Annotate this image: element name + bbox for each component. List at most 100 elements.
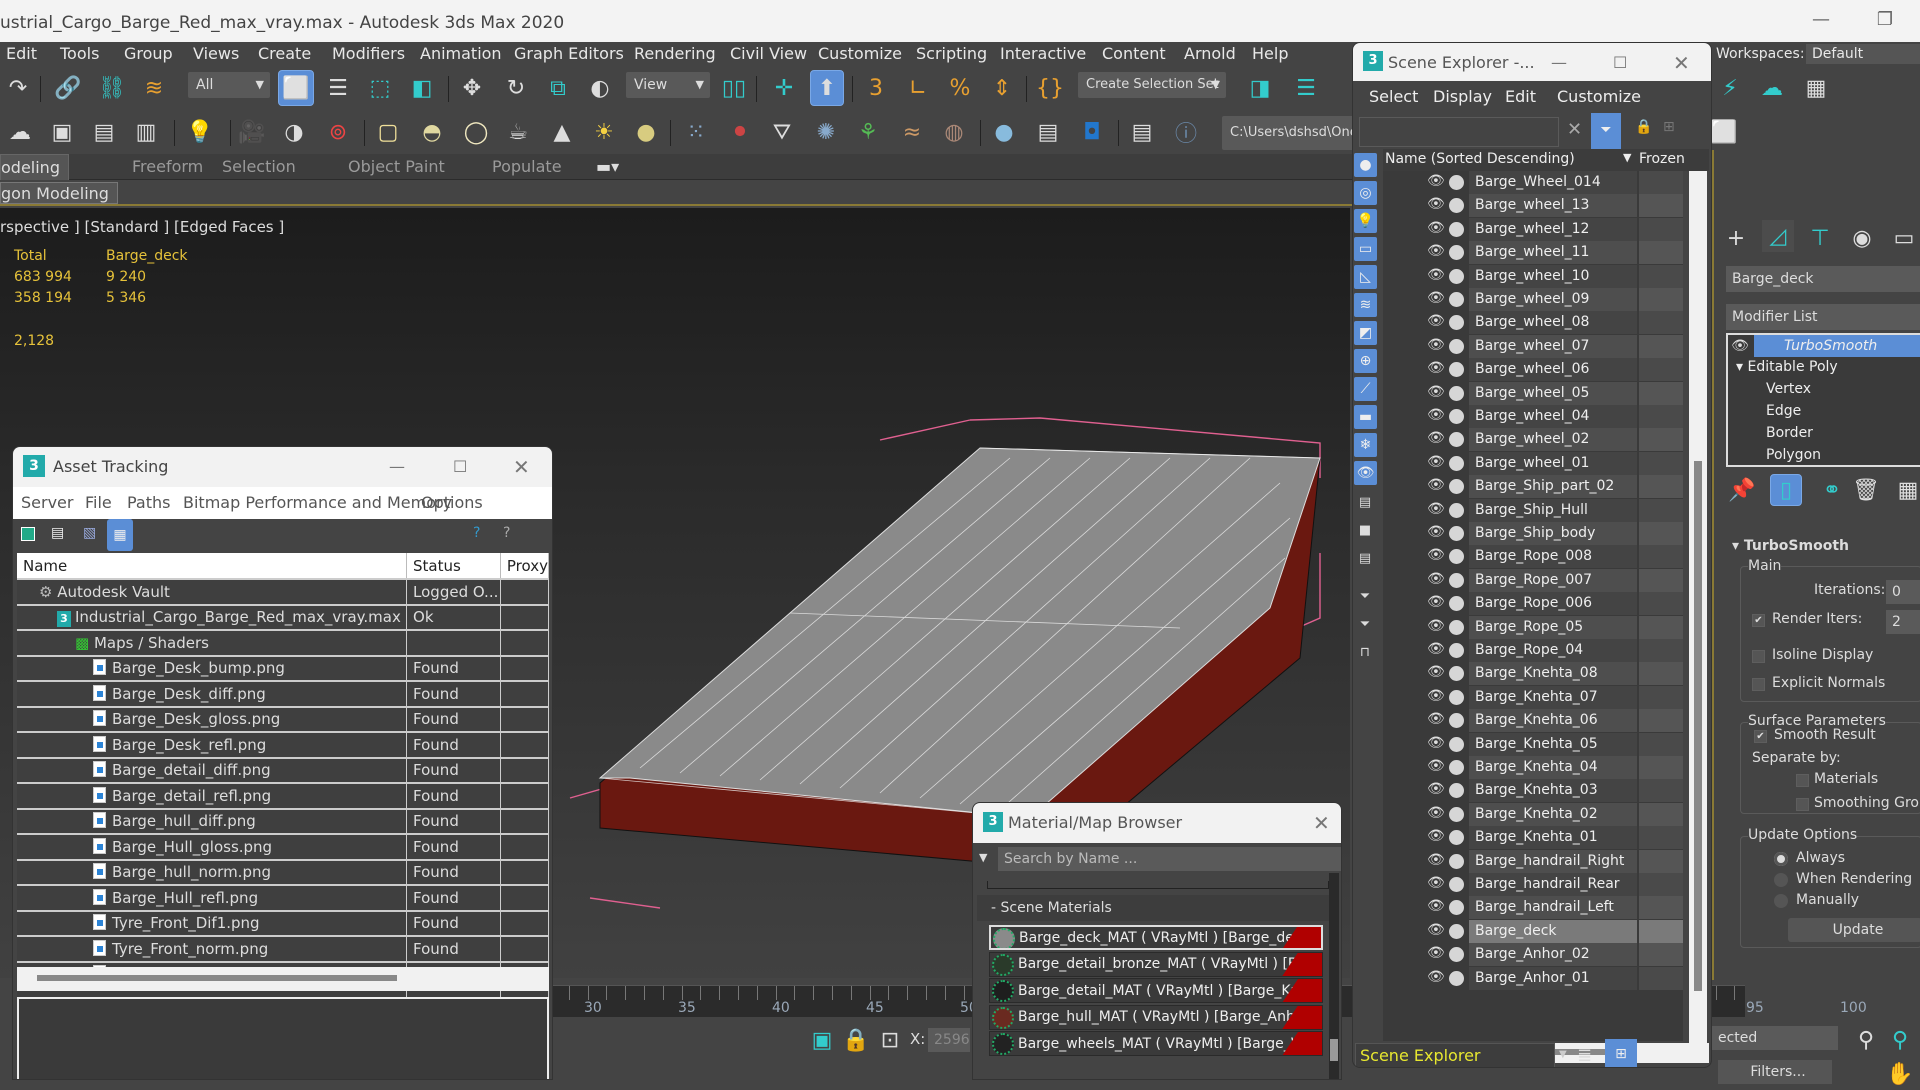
material-browser-titlebar[interactable]: 3 Material/Map Browser ✕ [973,803,1341,843]
close-button[interactable]: ✕ [513,447,530,487]
menu-customize[interactable]: Customize [818,44,902,64]
scene-object-row[interactable]: 👁 Barge_deck [1383,919,1683,943]
visibility-eye-icon[interactable]: 👁 [1427,571,1445,587]
scene-object-name[interactable]: Barge_Anhor_01 [1469,966,1637,990]
visibility-eye-icon[interactable]: 👁 [1427,290,1445,306]
visibility-eye-icon[interactable]: 👁 [1427,805,1445,821]
frozen-cell[interactable] [1639,849,1683,873]
menu-content[interactable]: Content [1102,44,1166,64]
visibility-eye-icon[interactable]: 👁 [1427,454,1445,470]
menu-bitmap-performance[interactable]: Bitmap Performance and Memory [183,487,452,519]
bind-space-warp-icon[interactable]: ≋ [138,72,170,104]
scrollbar-thumb[interactable] [1330,1039,1338,1061]
create-tab-icon[interactable]: + [1720,222,1752,254]
freeze-toggle-icon[interactable] [1449,315,1464,331]
stack-item-turbosmooth[interactable]: TurboSmooth [1754,335,1920,357]
frozen-cell[interactable] [1639,381,1683,405]
vray-material-icon[interactable]: ▤ [1032,116,1064,148]
scene-object-row[interactable]: 👁 Barge_Knehta_03 [1383,779,1683,803]
visibility-eye-icon[interactable]: 👁 [1427,641,1445,657]
close-button[interactable]: ✕ [1313,803,1330,843]
visibility-eye-icon[interactable]: 👁 [1427,196,1445,212]
menu-customize[interactable]: Customize [1557,87,1641,106]
asset-row[interactable]: Barge_detail_diff.png Found [17,756,550,783]
column-proxy[interactable]: Proxy [500,553,550,579]
scene-object-name[interactable]: Barge_Rope_04 [1469,639,1637,662]
visibility-eye-icon[interactable]: 👁 [1427,313,1445,329]
tab-selection[interactable]: Selection [222,154,296,180]
stack-item-polygon[interactable]: Polygon [1766,447,1821,463]
visibility-eye-icon[interactable]: 👁 [1427,828,1445,844]
scene-object-row[interactable]: 👁 Barge_Rope_007 [1383,568,1683,592]
maximize-button[interactable]: ☐ [453,447,467,487]
scene-object-name[interactable]: Barge_handrail_Right [1469,849,1637,873]
column-frozen[interactable]: Frozen [1639,151,1685,167]
browser-options-icon[interactable]: ▼ [979,851,987,864]
render-production-icon[interactable]: ⚡ [1714,72,1746,104]
menu-modifiers[interactable]: Modifiers [332,44,405,64]
scene-object-name[interactable]: Barge_wheel_06 [1469,358,1637,382]
scene-object-row[interactable]: 👁 Barge_Knehta_05 [1383,732,1683,756]
scene-object-name[interactable]: Barge_handrail_Left [1469,896,1637,920]
menu-paths[interactable]: Paths [127,487,170,519]
scene-object-name[interactable]: Barge_Anhor_02 [1469,943,1637,967]
modifier-list-dropdown[interactable]: Modifier List [1726,304,1920,330]
percent-snap-icon[interactable]: % [944,72,976,104]
select-manipulate-icon[interactable]: ✛ [768,72,800,104]
scrollbar-thumb[interactable] [37,975,397,981]
filter-icon[interactable]: ⏷ [1591,113,1621,149]
display-xrefs-icon[interactable]: ⊕ [1354,349,1377,373]
visibility-eye-icon[interactable]: 👁 [1427,337,1445,353]
tab-freeform[interactable]: Freeform [132,154,203,180]
frozen-cell[interactable] [1639,732,1683,756]
frozen-cell[interactable] [1639,428,1683,452]
vray-ornatrix-icon[interactable]: ◍ [938,116,970,148]
display-groups-icon[interactable]: ◩ [1354,321,1377,345]
scene-object-row[interactable]: 👁 Barge_Knehta_04 [1383,756,1683,779]
container-icon[interactable]: ⊓ [1357,645,1373,661]
spinner-snap-icon[interactable]: ⇕ [986,72,1018,104]
scene-object-row[interactable]: 👁 Barge_Rope_006 [1383,592,1683,616]
scene-object-row[interactable]: 👁 Barge_Ship_body [1383,522,1683,545]
visibility-eye-icon[interactable]: 👁 [1427,969,1445,985]
scene-object-name[interactable]: Barge_Knehta_02 [1469,802,1637,826]
menu-create[interactable]: Create [258,44,311,64]
restore-button[interactable]: ❐ [1870,8,1900,32]
freeze-toggle-icon[interactable] [1449,221,1464,237]
freeze-toggle-icon[interactable] [1449,783,1464,799]
vray-dome-light-icon[interactable]: ◓ [416,116,448,148]
freeze-toggle-icon[interactable] [1449,666,1464,682]
list-view-icon[interactable]: ▤ [51,525,64,541]
display-containers-icon[interactable]: ▬ [1354,405,1377,429]
freeze-toggle-icon[interactable] [1449,385,1464,401]
display-invert-icon[interactable]: ▤ [1357,551,1373,567]
frozen-cell[interactable] [1639,358,1683,382]
place-icon[interactable]: ◐ [584,72,616,104]
frozen-cell[interactable] [1639,873,1683,896]
scene-object-row[interactable]: 👁 Barge_Wheel_014 [1383,171,1683,194]
scene-object-row[interactable]: 👁 Barge_wheel_02 [1383,428,1683,452]
help-icon[interactable]: ⓘ [1170,116,1202,148]
remove-modifier-icon[interactable]: 🗑 [1850,474,1882,506]
frozen-cell[interactable] [1639,194,1683,218]
stack-item-edge[interactable]: Edge [1766,403,1801,419]
menu-animation[interactable]: Animation [420,44,502,64]
frozen-cell[interactable] [1639,826,1683,850]
hierarchy-tab-icon[interactable]: ⊤ [1804,222,1836,254]
asset-row[interactable]: Barge_hull_diff.png Found [17,807,550,834]
zoom-all-icon[interactable]: ⚲ [1884,1024,1916,1056]
scene-object-row[interactable]: 👁 Barge_Anhor_02 [1383,943,1683,967]
scene-object-row[interactable]: 👁 Barge_wheel_07 [1383,334,1683,358]
display-hidden-icon[interactable]: 👁 [1354,461,1377,485]
render-viewports-icon[interactable]: ▦ [1800,72,1832,104]
frozen-cell[interactable] [1639,756,1683,779]
cone-icon[interactable]: ▲ [546,116,578,148]
freeze-toggle-icon[interactable] [1449,689,1464,705]
scene-object-name[interactable]: Barge_Knehta_05 [1469,732,1637,756]
pivot-icon[interactable]: ▯▯ [718,72,750,104]
menu-server[interactable]: Server [21,487,73,519]
mirror-icon[interactable]: ◨ [1244,72,1276,104]
freeze-toggle-icon[interactable] [1449,596,1464,612]
window-crossing-icon[interactable]: ◧ [406,72,438,104]
display-tab-icon[interactable]: ▭ [1888,222,1920,254]
